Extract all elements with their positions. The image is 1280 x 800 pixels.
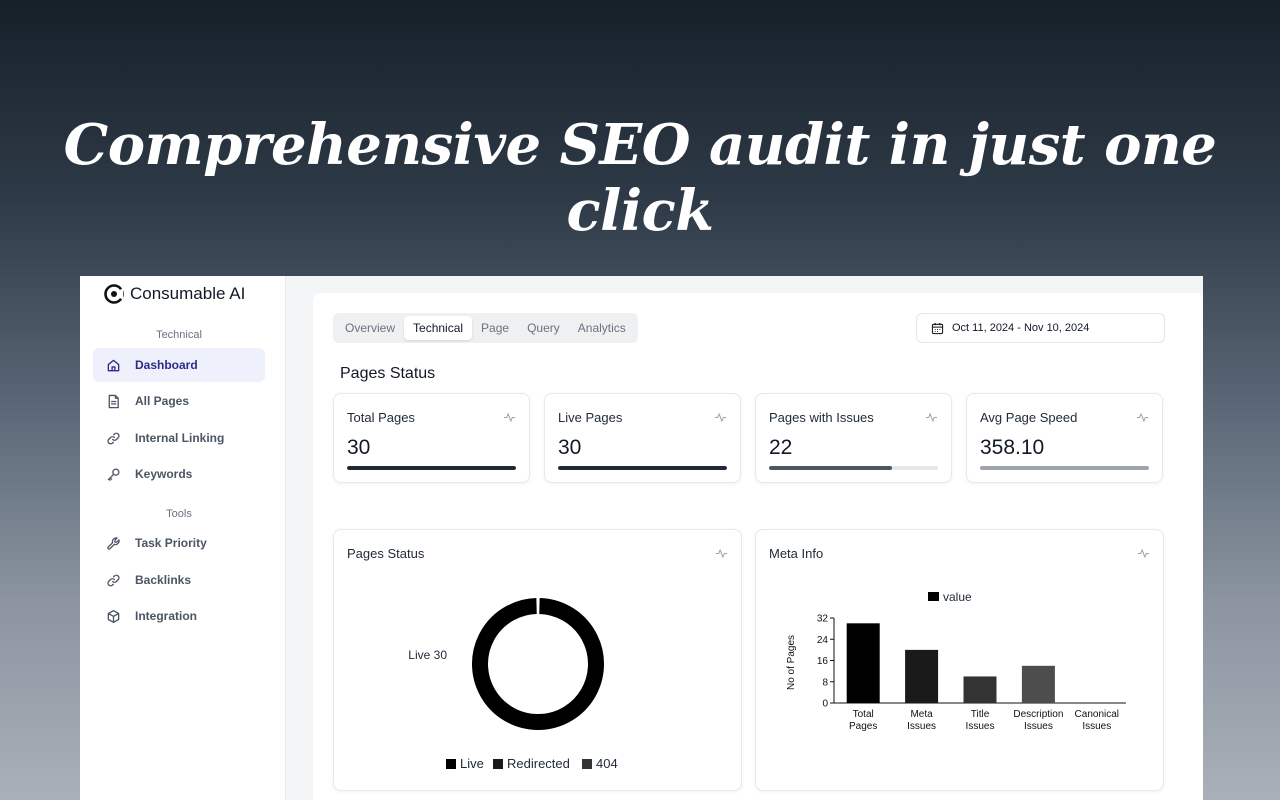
sidebar-item-label: Task Priority <box>135 536 207 550</box>
sidebar-item-label: All Pages <box>135 394 190 408</box>
legend-label: value <box>943 590 972 604</box>
link-icon <box>107 574 120 586</box>
file-icon <box>108 394 119 408</box>
sidebar-item-label: Backlinks <box>135 573 192 587</box>
stat-label: Pages with Issues <box>769 410 874 425</box>
stat-label: Avg Page Speed <box>980 410 1078 425</box>
brand[interactable]: Consumable AI <box>104 284 245 304</box>
y-tick-label: 32 <box>817 614 829 625</box>
legend-swatch <box>493 759 503 769</box>
tab-page[interactable]: Page <box>472 316 518 340</box>
x-tick-label: Total Pages <box>849 709 877 732</box>
meta-info-chart-card: Meta Info value 0 8 16 24 32 No of Pages Total P… <box>755 529 1164 791</box>
stat-label: Total Pages <box>347 410 415 425</box>
sidebar-item-task-priority[interactable]: Task Priority <box>93 526 265 560</box>
sidebar-item-label: Dashboard <box>135 358 198 372</box>
y-tick-label: 24 <box>817 635 829 646</box>
stat-value: 22 <box>769 436 793 459</box>
activity-icon <box>925 413 938 422</box>
stat-value: 358.10 <box>980 436 1045 459</box>
stat-progress-fill <box>347 466 516 470</box>
activity-icon <box>714 413 727 422</box>
calendar-icon <box>931 322 944 334</box>
stat-progress-fill <box>558 466 727 470</box>
wrench-icon <box>107 536 120 550</box>
donut-slice-live[interactable] <box>472 598 604 730</box>
stat-progress-track <box>347 466 516 470</box>
sidebar-item-all-pages[interactable]: All Pages <box>93 384 265 418</box>
y-tick-label: 8 <box>822 677 828 688</box>
sidebar-item-backlinks[interactable]: Backlinks <box>93 563 265 597</box>
legend-label: Redirected <box>507 756 570 771</box>
date-range-text: Oct 11, 2024 - Nov 10, 2024 <box>952 322 1090 334</box>
bar[interactable] <box>846 623 880 703</box>
bar[interactable] <box>905 649 939 703</box>
bar[interactable] <box>963 676 997 703</box>
legend-swatch <box>928 592 939 601</box>
bar[interactable] <box>1021 665 1055 703</box>
pages-status-chart-card: Pages Status Live 30 Live Redirected 404 <box>333 529 742 791</box>
stat-card-avg-page-speed: Avg Page Speed 358.10 <box>966 393 1163 483</box>
sidebar-item-dashboard[interactable]: Dashboard <box>93 348 265 382</box>
slice-label: Live 30 <box>408 648 447 662</box>
tab-bar: Overview Technical Page Query Analytics <box>333 313 638 343</box>
y-tick-label: 0 <box>822 699 828 710</box>
x-tick-label: Description Issues <box>1013 709 1063 732</box>
section-label-technical: Technical <box>156 329 202 341</box>
section-label-tools: Tools <box>166 508 192 520</box>
sidebar-item-integration[interactable]: Integration <box>93 599 265 633</box>
sidebar-item-label: Keywords <box>135 467 193 481</box>
stat-card-live-pages: Live Pages 30 <box>544 393 741 483</box>
legend-swatch <box>446 759 456 769</box>
date-range-picker[interactable]: Oct 11, 2024 - Nov 10, 2024 <box>916 313 1165 343</box>
sidebar: Consumable AI Technical Dashboard All Pa… <box>80 276 286 800</box>
y-axis-label: No of Pages <box>786 635 797 690</box>
sidebar-item-label: Internal Linking <box>135 431 225 445</box>
sidebar-item-label: Integration <box>135 609 197 623</box>
x-tick-label: Title Issues <box>966 709 995 732</box>
x-tick-label: Canonical Issues <box>1075 709 1119 732</box>
meta-info-bar-chart: value 0 8 16 24 32 No of Pages Total Pages Meta Is… <box>786 590 1126 732</box>
tab-query[interactable]: Query <box>518 316 569 340</box>
y-tick-label: 16 <box>817 656 829 667</box>
tab-technical[interactable]: Technical <box>404 316 473 340</box>
stat-progress-track <box>769 466 938 470</box>
stat-card-total-pages: Total Pages 30 <box>333 393 530 483</box>
sidebar-item-keywords[interactable]: Keywords <box>93 457 265 491</box>
cube-icon <box>107 609 120 623</box>
key-icon <box>107 467 120 481</box>
stat-progress-track <box>558 466 727 470</box>
stat-progress-fill <box>980 466 1149 470</box>
activity-icon <box>1136 413 1149 422</box>
main-panel: Overview Technical Page Query Analytics … <box>313 293 1203 800</box>
stat-label: Live Pages <box>558 410 623 425</box>
brand-name: Consumable AI <box>130 284 246 303</box>
tab-analytics[interactable]: Analytics <box>569 316 635 340</box>
consumable-logo-icon <box>104 284 124 304</box>
stat-value: 30 <box>347 436 371 459</box>
home-icon <box>107 359 120 371</box>
stat-value: 30 <box>558 436 582 459</box>
legend-label: 404 <box>596 756 618 771</box>
stat-progress-fill <box>769 466 893 470</box>
legend-label: Live <box>460 756 484 771</box>
hero-headline: Comprehensive SEO audit in just one clic… <box>63 112 1217 244</box>
legend-swatch <box>582 759 592 769</box>
pages-status-donut-chart: Live 30 Live Redirected 404 <box>408 598 618 771</box>
stat-card-pages-with-issues: Pages with Issues 22 <box>755 393 952 483</box>
app-window: Consumable AI Technical Dashboard All Pa… <box>80 276 1203 800</box>
link-icon <box>107 432 120 444</box>
x-tick-label: Meta Issues <box>907 709 936 732</box>
sidebar-item-internal-linking[interactable]: Internal Linking <box>93 421 265 455</box>
tab-overview[interactable]: Overview <box>336 316 404 340</box>
stat-progress-track <box>980 466 1149 470</box>
activity-icon <box>503 413 516 422</box>
pages-status-heading: Pages Status <box>340 365 436 382</box>
